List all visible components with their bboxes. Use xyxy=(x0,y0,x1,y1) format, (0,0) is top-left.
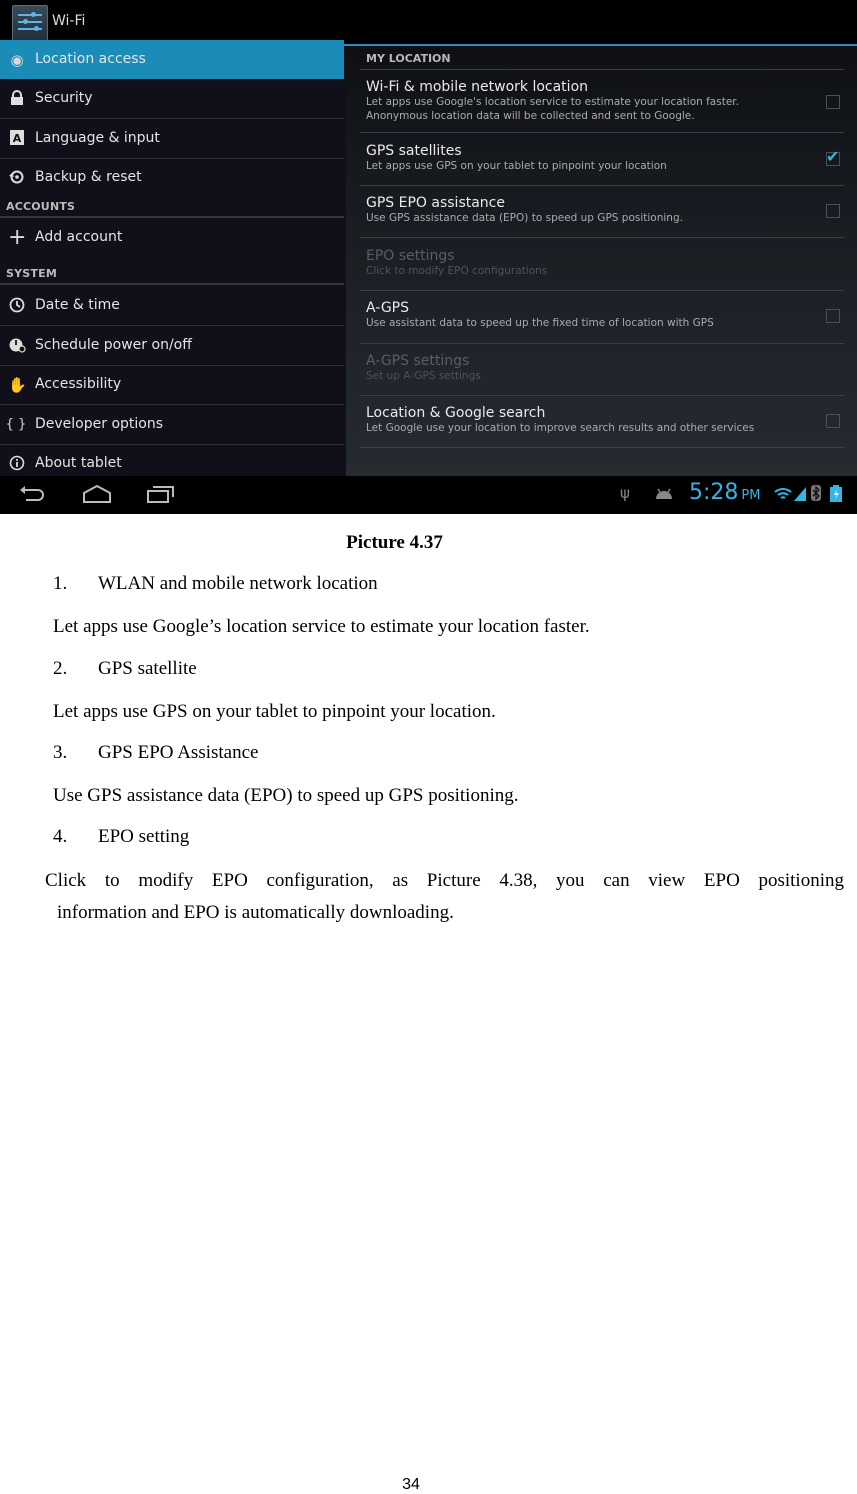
a-gps-checkbox[interactable] xyxy=(826,309,840,323)
clock-icon xyxy=(8,297,26,315)
sidebar-item-backup-reset[interactable]: Backup & reset xyxy=(0,158,344,197)
sidebar-item-add-account[interactable]: + Add account xyxy=(0,218,344,257)
divider xyxy=(360,69,844,70)
action-bar-title: Wi-Fi xyxy=(52,13,86,29)
sidebar-item-developer-options[interactable]: { } Developer options xyxy=(0,405,344,445)
section-body-1: Let apps use Google’s location service t… xyxy=(53,616,590,637)
divider xyxy=(360,185,844,186)
my-location-header: MY LOCATION xyxy=(366,52,451,65)
section-heading-3: 3. GPS EPO Assistance xyxy=(53,742,259,763)
sidebar-item-accessibility[interactable]: ✋ Accessibility xyxy=(0,365,344,405)
section-body-4-line2: information and EPO is automatically dow… xyxy=(57,902,454,923)
tablet-screenshot: Wi-Fi ◉ Location access Security A Langu… xyxy=(0,0,857,514)
section-body-3: Use GPS assistance data (EPO) to speed u… xyxy=(53,785,519,806)
home-icon[interactable] xyxy=(82,484,112,508)
pref-a-gps[interactable]: A-GPS Use assistant data to speed up the… xyxy=(366,300,840,330)
divider xyxy=(360,447,844,448)
divider xyxy=(360,395,844,396)
accounts-header: ACCOUNTS xyxy=(6,200,76,213)
pref-gps-epo-assistance[interactable]: GPS EPO assistance Use GPS assistance da… xyxy=(366,195,840,225)
section-body-4-line1: Click to modify EPO configuration, as Pi… xyxy=(45,870,844,891)
sidebar-item-date-time[interactable]: Date & time xyxy=(0,286,344,326)
wifi-location-checkbox[interactable] xyxy=(826,95,840,109)
pref-a-gps-settings[interactable]: A-GPS settings Set up A-GPS settings xyxy=(366,353,836,383)
settings-sidebar: ◉ Location access Security A Language & … xyxy=(0,40,346,476)
divider xyxy=(0,283,344,285)
signal-icon xyxy=(794,486,806,505)
plus-icon: + xyxy=(8,225,27,250)
divider xyxy=(360,132,844,133)
location-icon: ◉ xyxy=(10,51,24,69)
page-number: 34 xyxy=(402,1476,420,1493)
clock-time: 5:28 PM xyxy=(689,480,761,505)
gps-satellites-checkbox[interactable] xyxy=(826,147,840,166)
settings-sliders-icon[interactable] xyxy=(12,5,48,41)
location-settings-panel: MY LOCATION Wi-Fi & mobile network locat… xyxy=(346,46,857,476)
back-icon[interactable] xyxy=(18,484,46,508)
android-debug-icon xyxy=(654,485,674,504)
hand-icon: ✋ xyxy=(8,376,27,394)
figure-caption: Picture 4.37 xyxy=(346,532,443,553)
recents-icon[interactable] xyxy=(146,484,176,508)
usb-icon: ψ xyxy=(620,484,630,502)
pref-epo-settings[interactable]: EPO settings Click to modify EPO configu… xyxy=(366,248,836,278)
section-heading-4: 4. EPO setting xyxy=(53,826,190,847)
section-heading-1: 1. WLAN and mobile network location xyxy=(53,573,378,594)
battery-icon xyxy=(830,485,842,506)
backup-icon xyxy=(8,169,26,187)
sidebar-item-location-access[interactable]: ◉ Location access xyxy=(0,40,344,79)
sidebar-item-schedule-power[interactable]: Schedule power on/off xyxy=(0,326,344,366)
sidebar-item-security[interactable]: Security xyxy=(0,79,344,119)
bluetooth-icon xyxy=(810,485,822,505)
lock-icon xyxy=(8,90,26,108)
system-header: SYSTEM xyxy=(6,267,57,280)
pref-wifi-mobile-location[interactable]: Wi-Fi & mobile network location Let apps… xyxy=(366,79,840,123)
keyboard-a-icon: A xyxy=(8,130,26,148)
divider xyxy=(360,343,844,344)
system-nav-bar: ψ 5:28 PM xyxy=(0,476,857,514)
svg-text:A: A xyxy=(13,132,22,145)
wifi-icon xyxy=(774,486,792,505)
pref-location-google-search[interactable]: Location & Google search Let Google use … xyxy=(366,405,840,435)
pref-gps-satellites[interactable]: GPS satellites Let apps use GPS on your … xyxy=(366,143,840,173)
braces-icon: { } xyxy=(5,417,27,432)
power-clock-icon xyxy=(8,337,26,355)
location-search-checkbox[interactable] xyxy=(826,414,840,428)
section-heading-2: 2. GPS satellite xyxy=(53,658,197,679)
divider xyxy=(360,237,844,238)
sidebar-item-language-input[interactable]: A Language & input xyxy=(0,119,344,159)
info-icon xyxy=(8,455,26,473)
section-body-2: Let apps use GPS on your tablet to pinpo… xyxy=(53,701,496,722)
divider xyxy=(360,290,844,291)
gps-epo-checkbox[interactable] xyxy=(826,204,840,218)
